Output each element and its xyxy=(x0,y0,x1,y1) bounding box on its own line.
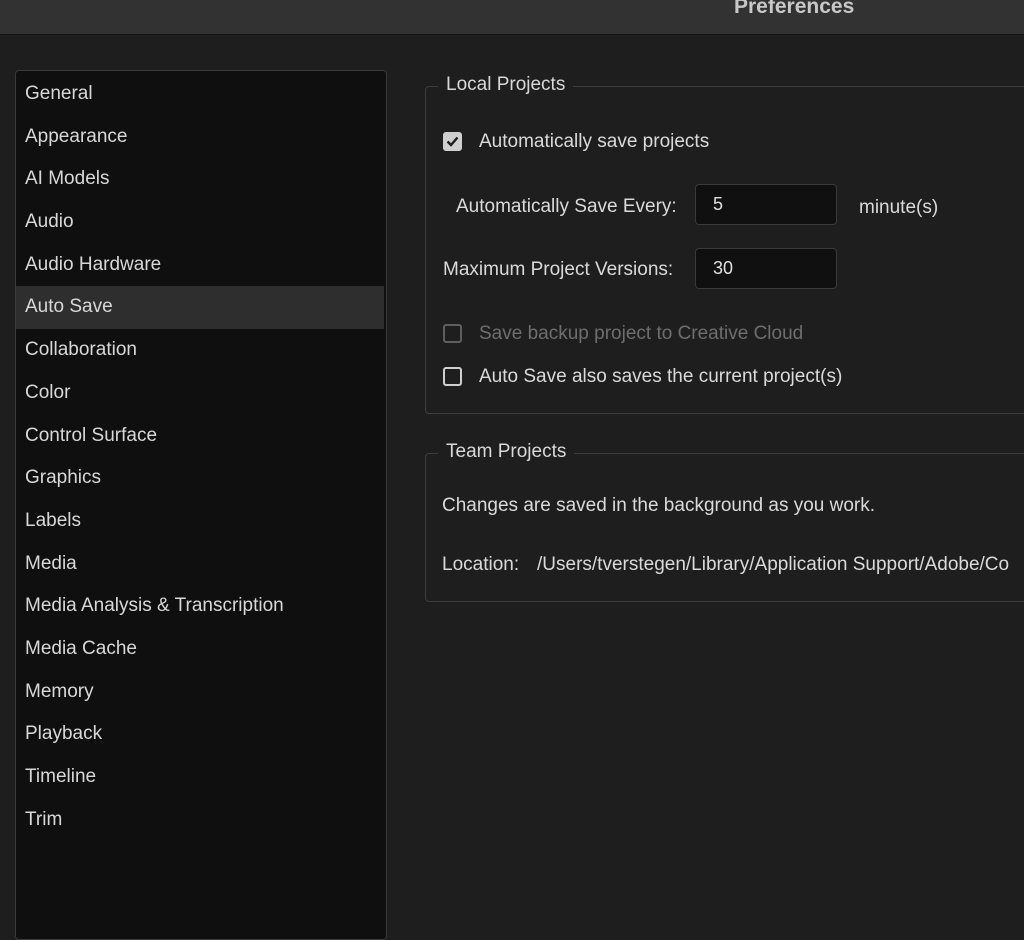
checkmark-icon xyxy=(446,136,459,147)
sidebar-item-playback[interactable]: Playback xyxy=(16,713,384,756)
max-versions-label: Maximum Project Versions: xyxy=(443,259,674,280)
local-projects-group: Local Projects Automatically save projec… xyxy=(425,74,1024,414)
sidebar-item-audio[interactable]: Audio xyxy=(16,201,384,244)
sidebar-item-trim[interactable]: Trim xyxy=(16,799,384,842)
team-projects-legend: Team Projects xyxy=(438,441,575,463)
sidebar-item-collaboration[interactable]: Collaboration xyxy=(16,329,384,372)
title-bar: Preferences xyxy=(0,0,1024,35)
location-path: /Users/tverstegen/Library/Application Su… xyxy=(537,554,1010,575)
location-label: Location: xyxy=(442,554,520,575)
sidebar-item-graphics[interactable]: Graphics xyxy=(16,457,384,500)
sidebar-item-appearance[interactable]: Appearance xyxy=(16,116,384,159)
save-every-input[interactable]: 5 xyxy=(695,184,837,225)
save-current-project-label[interactable]: Auto Save also saves the current project… xyxy=(479,366,842,388)
sidebar-item-labels[interactable]: Labels xyxy=(16,500,384,543)
backup-to-creative-cloud-label: Save backup project to Creative Cloud xyxy=(479,323,804,344)
sidebar-item-auto-save[interactable]: Auto Save xyxy=(16,286,384,330)
backup-to-creative-cloud-checkbox[interactable] xyxy=(443,324,462,343)
sidebar-item-memory[interactable]: Memory xyxy=(16,671,384,714)
sidebar-item-control-surface[interactable]: Control Surface xyxy=(16,415,384,458)
sidebar-item-timeline[interactable]: Timeline xyxy=(16,756,384,799)
sidebar-item-media-analysis-transcription[interactable]: Media Analysis & Transcription xyxy=(16,585,384,628)
preferences-category-list[interactable]: General Appearance AI Models Audio Audio… xyxy=(15,70,387,940)
save-every-unit: minute(s) xyxy=(859,197,939,218)
team-projects-description: Changes are saved in the background as y… xyxy=(442,495,876,516)
save-current-project-checkbox[interactable] xyxy=(443,367,462,386)
team-projects-group: Team Projects Changes are saved in the b… xyxy=(425,441,1024,602)
sidebar-item-color[interactable]: Color xyxy=(16,372,384,415)
sidebar-item-media[interactable]: Media xyxy=(16,543,384,586)
sidebar-item-general[interactable]: General xyxy=(16,73,384,116)
save-every-label: Automatically Save Every: xyxy=(456,196,677,217)
sidebar-item-ai-models[interactable]: AI Models xyxy=(16,158,384,201)
auto-save-projects-label[interactable]: Automatically save projects xyxy=(479,131,709,153)
window-title: Preferences xyxy=(734,0,855,18)
auto-save-projects-checkbox[interactable] xyxy=(443,132,462,151)
sidebar-item-media-cache[interactable]: Media Cache xyxy=(16,628,384,671)
sidebar-item-audio-hardware[interactable]: Audio Hardware xyxy=(16,244,384,287)
local-projects-legend: Local Projects xyxy=(438,74,574,96)
max-versions-input[interactable]: 30 xyxy=(695,248,837,289)
